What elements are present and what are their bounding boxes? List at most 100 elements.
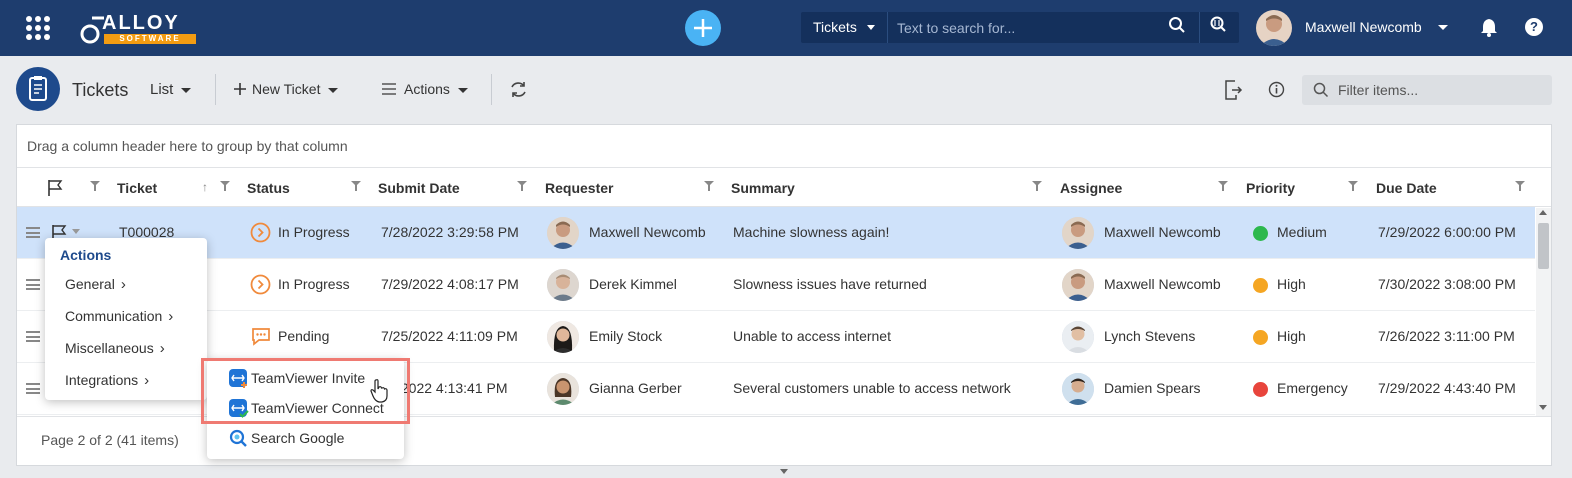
refresh-icon[interactable] <box>509 80 528 99</box>
chevron-down-icon[interactable] <box>1438 25 1448 30</box>
flag-icon[interactable] <box>47 179 63 197</box>
avatar <box>1062 269 1094 301</box>
menu-item-integrations[interactable]: Integrations <box>65 372 149 389</box>
menu-item-search-google[interactable]: Search Google <box>227 423 404 453</box>
chevron-down-icon <box>181 87 192 93</box>
view-label: List <box>150 81 174 98</box>
filter-icon[interactable] <box>1348 181 1358 191</box>
filter-icon[interactable] <box>351 181 361 191</box>
priority-dot <box>1253 330 1268 345</box>
row-menu-icon[interactable] <box>26 331 40 342</box>
grid-header: Ticket ↑ Status Submit Date Requester Su… <box>17 167 1551 207</box>
filter-icon[interactable] <box>1515 181 1525 191</box>
avatar <box>547 217 579 249</box>
column-header-priority[interactable]: Priority <box>1246 180 1295 196</box>
bell-icon[interactable] <box>1480 17 1498 37</box>
user-name[interactable]: Maxwell Newcomb <box>1305 19 1422 35</box>
filter-icon[interactable] <box>704 181 714 191</box>
in-progress-icon <box>250 274 271 295</box>
priority-text: Emergency <box>1277 380 1348 396</box>
column-header-requester[interactable]: Requester <box>545 180 613 196</box>
row-menu-icon[interactable] <box>26 279 40 290</box>
summary-text: Slowness issues have returned <box>733 276 927 292</box>
assignee-name: Maxwell Newcomb <box>1104 224 1221 240</box>
actions-button[interactable]: Actions <box>382 81 468 97</box>
scroll-up-icon[interactable] <box>1539 210 1547 215</box>
requester-name: Derek Kimmel <box>589 276 677 292</box>
assignee-name: Maxwell Newcomb <box>1104 276 1221 292</box>
row-menu-icon[interactable] <box>26 227 40 238</box>
menu-item-general[interactable]: General <box>65 276 126 293</box>
requester-name: Gianna Gerber <box>589 380 682 396</box>
actions-label: Actions <box>404 81 450 97</box>
actions-context-menu: Actions General Communication Miscellane… <box>45 238 207 400</box>
filter-icon[interactable] <box>517 181 527 191</box>
menu-item-label: Search Google <box>251 430 345 446</box>
column-header-due-date[interactable]: Due Date <box>1376 180 1437 196</box>
search-icon[interactable] <box>1168 16 1186 34</box>
new-ticket-label: New Ticket <box>252 81 321 97</box>
info-icon[interactable] <box>1268 81 1285 98</box>
quick-add-button[interactable] <box>685 10 721 46</box>
help-icon[interactable]: ? <box>1525 18 1543 36</box>
chevron-down-icon[interactable] <box>72 229 80 234</box>
avatar <box>547 373 579 405</box>
new-ticket-button[interactable]: New Ticket <box>234 81 339 97</box>
actions-menu-title: Actions <box>60 247 112 263</box>
page-title: Tickets <box>72 80 129 100</box>
menu-item-communication[interactable]: Communication <box>65 308 173 325</box>
avatar <box>547 321 579 353</box>
logo-subtext: SOFTWARE <box>104 34 196 44</box>
row-menu-icon[interactable] <box>26 383 40 394</box>
requester-name: Emily Stock <box>589 328 663 344</box>
assignee-name: Damien Spears <box>1104 380 1201 396</box>
due-date: 7/26/2022 3:11:00 PM <box>1378 328 1515 344</box>
requester-name: Maxwell Newcomb <box>589 224 706 240</box>
sort-asc-icon[interactable]: ↑ <box>202 180 208 194</box>
in-progress-icon <box>250 222 271 243</box>
column-header-assignee[interactable]: Assignee <box>1060 180 1122 196</box>
avatar <box>547 269 579 301</box>
advanced-search-icon[interactable] <box>1209 16 1229 34</box>
scrollbar-thumb[interactable] <box>1538 223 1549 269</box>
status-text: In Progress <box>278 276 350 292</box>
alloy-logo[interactable]: ALLOY SOFTWARE <box>80 10 200 46</box>
chevron-down-icon <box>457 87 468 93</box>
filter-icon[interactable] <box>90 181 100 191</box>
column-header-status[interactable]: Status <box>247 180 290 196</box>
search-input[interactable] <box>889 12 1179 43</box>
app-launcher-icon[interactable] <box>26 16 50 40</box>
filter-icon[interactable] <box>1218 181 1228 191</box>
filter-box <box>1302 75 1552 105</box>
summary-text: Unable to access internet <box>733 328 891 344</box>
status-text: In Progress <box>278 224 350 240</box>
tickets-page-icon <box>16 67 60 111</box>
submit-date: 7/25/2022 4:11:09 PM <box>381 328 518 344</box>
column-header-submit-date[interactable]: Submit Date <box>378 180 460 196</box>
expand-panel-icon[interactable] <box>780 469 788 474</box>
summary-text: Machine slowness again! <box>733 224 890 240</box>
search-type-dropdown[interactable]: Tickets <box>801 12 888 43</box>
table-row[interactable]: Pending 7/25/2022 4:11:09 PM Emily Stock… <box>17 311 1535 363</box>
due-date: 7/30/2022 3:08:00 PM <box>1378 276 1516 292</box>
chevron-down-icon <box>328 87 339 93</box>
view-selector[interactable]: List <box>150 81 192 98</box>
filter-icon[interactable] <box>220 181 230 191</box>
column-header-summary[interactable]: Summary <box>731 180 795 196</box>
user-avatar[interactable] <box>1256 10 1292 46</box>
column-header-ticket[interactable]: Ticket <box>117 180 157 196</box>
table-row[interactable]: In Progress 7/29/2022 4:08:17 PM Derek K… <box>17 259 1535 311</box>
logo-text: ALLOY <box>102 12 180 34</box>
priority-dot <box>1253 226 1268 241</box>
export-icon[interactable] <box>1223 80 1243 100</box>
search-google-icon <box>229 429 247 447</box>
table-row[interactable]: T000028 In Progress 7/28/2022 3:29:58 PM… <box>17 207 1535 259</box>
scroll-down-icon[interactable] <box>1539 405 1547 410</box>
priority-text: Medium <box>1277 224 1327 240</box>
assignee-name: Lynch Stevens <box>1104 328 1196 344</box>
chevron-down-icon <box>867 25 875 30</box>
priority-dot <box>1253 278 1268 293</box>
filter-icon[interactable] <box>1032 181 1042 191</box>
menu-item-miscellaneous[interactable]: Miscellaneous <box>65 340 165 357</box>
filter-input[interactable] <box>1338 75 1543 105</box>
